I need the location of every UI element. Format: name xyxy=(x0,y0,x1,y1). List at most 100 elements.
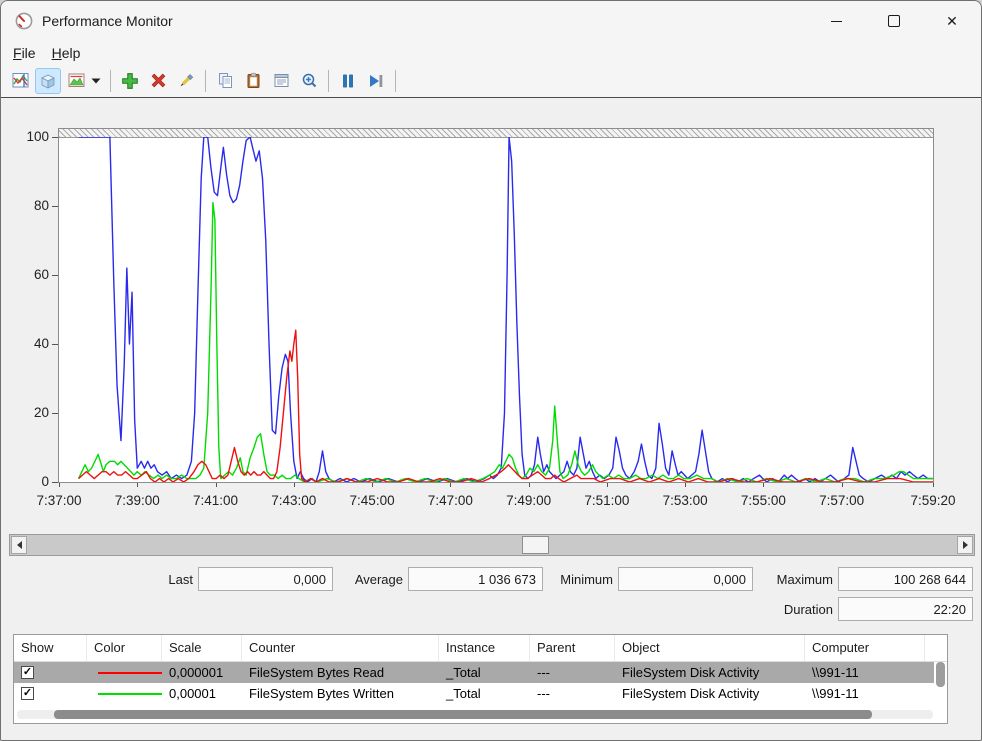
duration-label: Duration xyxy=(753,602,833,617)
y-axis-tick xyxy=(52,137,58,138)
col-header-color[interactable]: Color xyxy=(87,635,162,661)
dropdown-arrow-icon[interactable] xyxy=(91,78,101,84)
update-data-button[interactable] xyxy=(363,68,389,94)
minimize-icon xyxy=(831,21,842,22)
x-axis-tick xyxy=(933,483,934,487)
scrollbar-thumb[interactable] xyxy=(522,536,549,554)
x-axis-label: 7:39:00 xyxy=(115,493,160,508)
delete-button[interactable] xyxy=(145,68,171,94)
zoom-button[interactable] xyxy=(296,68,322,94)
col-header-counter[interactable]: Counter xyxy=(242,635,439,661)
table-vscrollbar-thumb[interactable] xyxy=(936,662,945,687)
cell-show: ✓ xyxy=(14,666,87,679)
chart-view-icon xyxy=(12,72,29,89)
close-button[interactable]: ✕ xyxy=(929,1,975,41)
y-axis-tick xyxy=(52,413,58,414)
x-axis-tick xyxy=(685,483,686,487)
scroll-right-button[interactable] xyxy=(957,536,973,554)
title-bar: Performance Monitor ✕ xyxy=(1,1,981,41)
graph-type-button[interactable] xyxy=(63,68,89,94)
y-axis-tick xyxy=(52,482,58,483)
log-view-button[interactable] xyxy=(35,68,61,94)
chart-plot-area[interactable] xyxy=(58,128,934,483)
menu-bar: File Help xyxy=(1,41,981,64)
x-axis-label: 7:59:20 xyxy=(910,493,955,508)
scroll-left-button[interactable] xyxy=(11,536,27,554)
y-axis-tick xyxy=(52,275,58,276)
cell-counter: FileSystem Bytes Read xyxy=(242,665,439,680)
add-counter-button[interactable] xyxy=(117,68,143,94)
x-axis-tick xyxy=(216,483,217,487)
x-axis-label: 7:51:00 xyxy=(584,493,629,508)
average-value: 1 036 673 xyxy=(408,567,543,591)
y-axis-label: 100 xyxy=(1,128,49,146)
col-header-scale[interactable]: Scale xyxy=(162,635,242,661)
x-axis-tick xyxy=(137,483,138,487)
table-row[interactable]: ✓0,000001FileSystem Bytes Read_Total---F… xyxy=(14,662,934,683)
zoom-icon xyxy=(301,72,318,89)
menu-file[interactable]: File xyxy=(13,45,36,61)
scroll-left-icon xyxy=(13,541,22,549)
col-header-instance[interactable]: Instance xyxy=(439,635,530,661)
x-axis-tick xyxy=(450,483,451,487)
table-hscrollbar-thumb[interactable] xyxy=(54,710,872,719)
x-axis-tick xyxy=(372,483,373,487)
copy-properties-button[interactable] xyxy=(212,68,238,94)
col-header-computer[interactable]: Computer xyxy=(805,635,925,661)
x-axis-tick xyxy=(763,483,764,487)
x-axis-tick xyxy=(59,483,60,487)
cell-color xyxy=(87,672,162,674)
y-axis-label: 60 xyxy=(1,266,49,284)
x-axis-label: 7:43:00 xyxy=(271,493,316,508)
cell-instance: _Total xyxy=(439,665,530,680)
chart-scrollbar[interactable] xyxy=(9,534,975,556)
log-view-cube-icon xyxy=(39,72,57,90)
cell-color xyxy=(87,693,162,695)
col-header-object[interactable]: Object xyxy=(615,635,805,661)
x-axis-label: 7:45:00 xyxy=(350,493,395,508)
y-axis-label: 0 xyxy=(1,473,49,491)
scroll-right-icon xyxy=(963,541,972,549)
minimum-value: 0,000 xyxy=(618,567,753,591)
cell-computer: \\991-11 xyxy=(805,686,925,701)
toolbar xyxy=(1,64,981,98)
show-checkbox[interactable]: ✓ xyxy=(21,687,34,700)
col-header-show[interactable]: Show xyxy=(14,635,87,661)
x-axis-tick xyxy=(529,483,530,487)
chart-view-button[interactable] xyxy=(7,68,33,94)
paste-clipboard-icon xyxy=(245,72,262,89)
graph-type-icon xyxy=(68,72,85,89)
minimum-label: Minimum xyxy=(541,572,613,587)
maximum-label: Maximum xyxy=(758,572,833,587)
cell-object: FileSystem Disk Activity xyxy=(615,686,805,701)
table-body: ✓0,000001FileSystem Bytes Read_Total---F… xyxy=(14,662,947,704)
x-axis-tick xyxy=(842,483,843,487)
properties-button[interactable] xyxy=(268,68,294,94)
show-checkbox[interactable]: ✓ xyxy=(21,666,34,679)
cell-instance: _Total xyxy=(439,686,530,701)
toolbar-separator xyxy=(110,70,111,92)
copy-icon xyxy=(217,72,234,89)
add-icon xyxy=(121,72,139,90)
properties-icon xyxy=(273,72,290,89)
cell-counter: FileSystem Bytes Written xyxy=(242,686,439,701)
x-axis-label: 7:47:00 xyxy=(428,493,473,508)
highlight-button[interactable] xyxy=(173,68,199,94)
color-swatch xyxy=(98,672,162,674)
menu-help[interactable]: Help xyxy=(52,45,81,61)
highlight-pen-icon xyxy=(178,73,194,89)
y-axis-label: 80 xyxy=(1,197,49,215)
cell-parent: --- xyxy=(530,686,615,701)
cell-computer: \\991-11 xyxy=(805,665,925,680)
x-axis-label: 7:37:00 xyxy=(36,493,81,508)
col-header-parent[interactable]: Parent xyxy=(530,635,615,661)
delete-x-icon xyxy=(150,72,167,89)
minimize-button[interactable] xyxy=(813,1,859,41)
chart-series-svg xyxy=(59,137,933,482)
paste-counter-list-button[interactable] xyxy=(240,68,266,94)
freeze-display-button[interactable] xyxy=(335,68,361,94)
x-axis-label: 7:49:00 xyxy=(506,493,551,508)
table-row[interactable]: ✓0,00001FileSystem Bytes Written_Total--… xyxy=(14,683,934,704)
window-controls: ✕ xyxy=(813,1,975,41)
maximize-button[interactable] xyxy=(871,1,917,41)
